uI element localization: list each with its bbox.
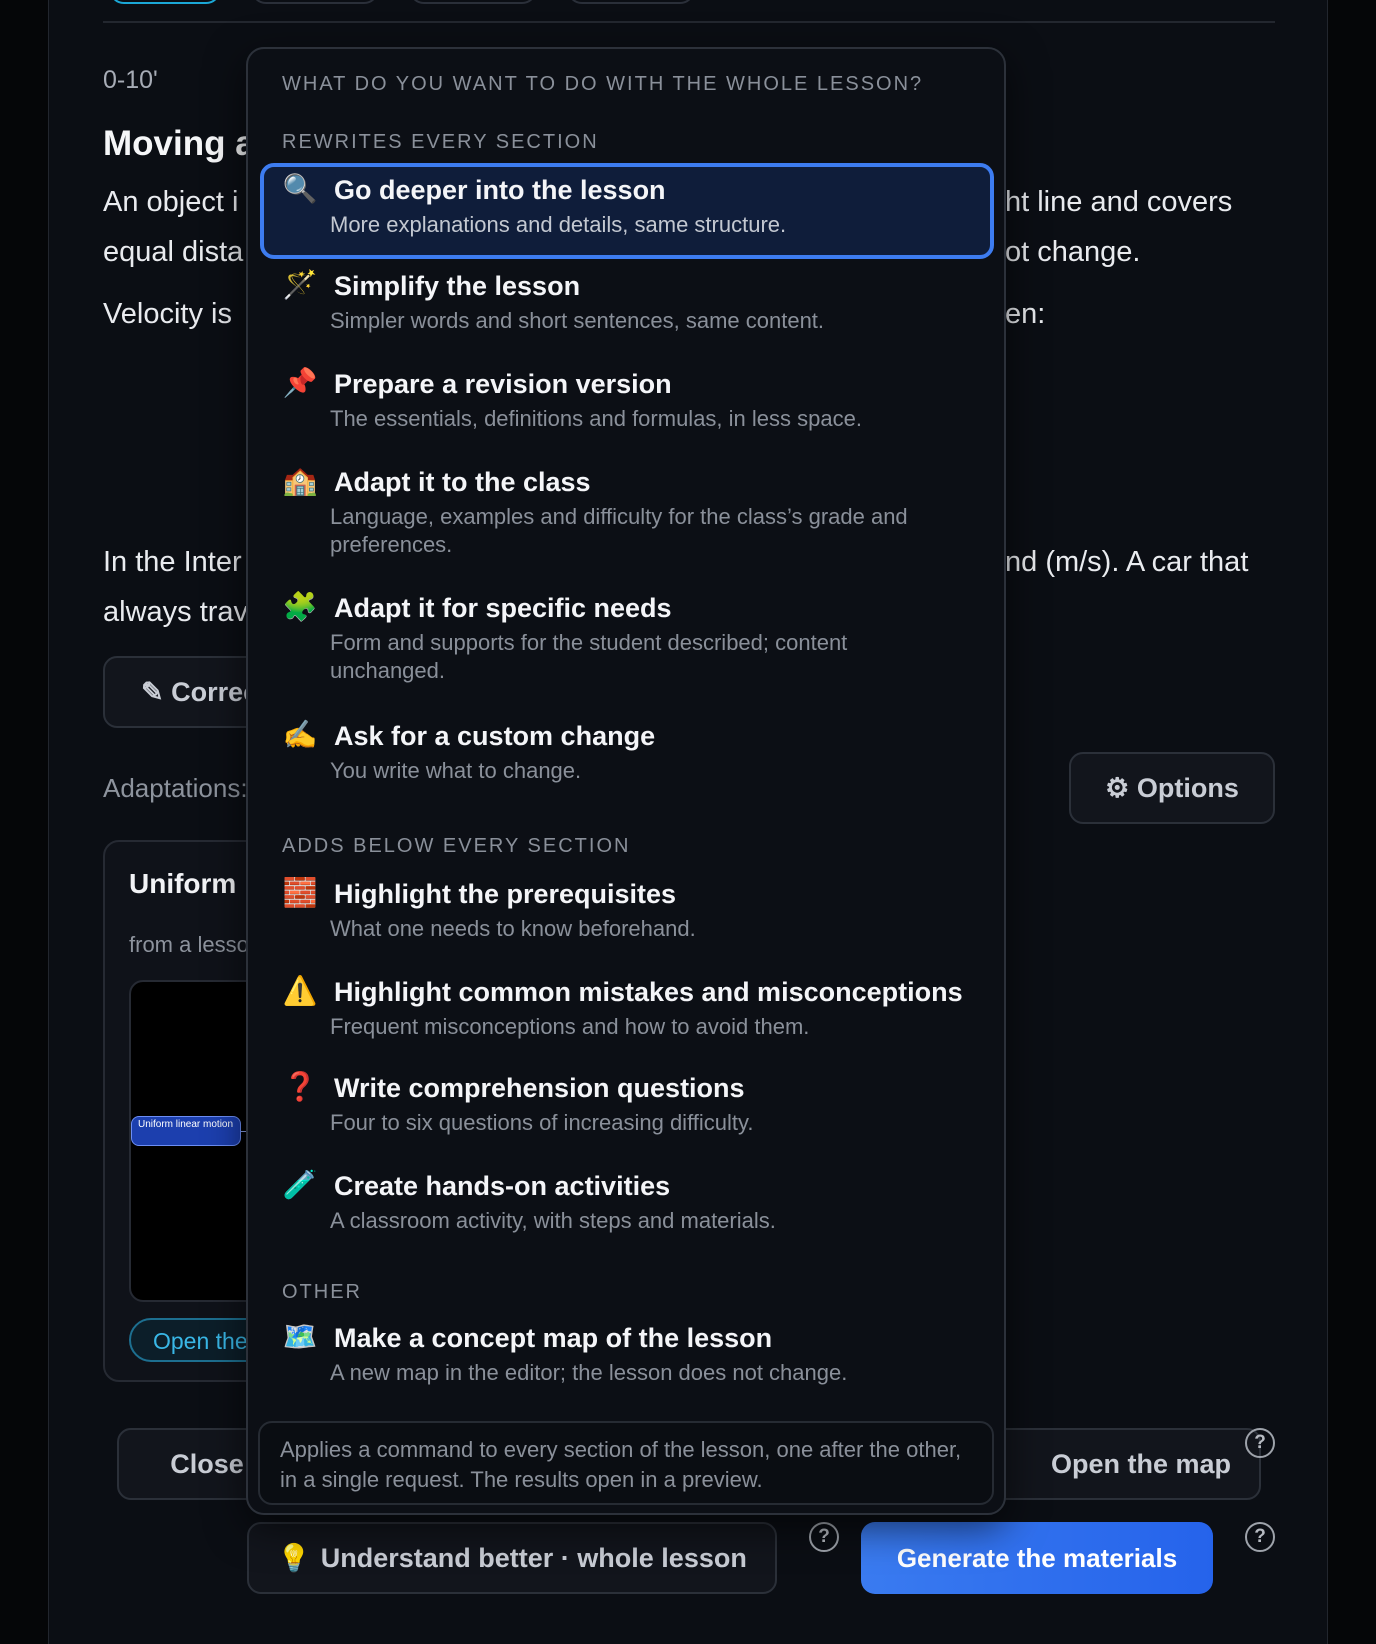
menu-item-simplify[interactable]: 🪄 Simplify the lesson Simpler words and … [260,259,994,355]
menu-item-questions[interactable]: ❓ Write comprehension questions Four to … [260,1061,994,1157]
lesson-text: An object i [103,186,239,218]
group-rewrites: REWRITES EVERY SECTION [282,131,599,153]
lesson-text: In the Inter [103,546,242,578]
writing-hand-icon: ✍️ [282,719,318,750]
menu-item-desc: More explanations and details, same stru… [330,212,787,237]
adaptations-label: Adaptations: [103,773,248,803]
map-icon: 🗺️ [282,1321,318,1352]
magic-wand-icon: 🪄 [282,269,318,300]
lesson-text: en: [1005,298,1046,330]
menu-item-title: Ask for a custom change [334,721,656,751]
puzzle-icon: 🧩 [282,591,318,622]
warning-icon: ⚠️ [282,975,318,1006]
options-button[interactable]: ⚙ Options [1069,752,1275,824]
understand-button[interactable]: 💡 Understand better · whole lesson [247,1522,777,1594]
menu-item-title: Adapt it to the class [334,467,591,497]
group-adds: ADDS BELOW EVERY SECTION [282,835,631,857]
generate-materials-button[interactable]: Generate the materials [861,1522,1213,1594]
tab-active[interactable] [109,0,221,4]
menu-item-activities[interactable]: 🧪 Create hands-on activities A classroom… [260,1159,994,1255]
menu-item-title: Highlight the prerequisites [334,879,677,909]
section-time: 0-10' [103,66,158,94]
school-icon: 🏫 [282,465,318,496]
card-title: Uniform l [129,868,252,899]
menu-item-desc: A classroom activity, with steps and mat… [330,1208,776,1233]
brick-icon: 🧱 [282,877,318,908]
menu-item-adapt-class[interactable]: 🏫 Adapt it to the class Language, exampl… [260,455,994,577]
menu-item-prerequisites[interactable]: 🧱 Highlight the prerequisites What one n… [260,867,994,963]
map-node: Uniform linear motion [131,1116,241,1146]
magnifier-icon: 🔍 [282,173,318,204]
menu-item-desc: The essentials, definitions and formulas… [330,406,862,431]
divider [103,21,1275,23]
menu-item-desc: Language, examples and difficulty for th… [330,504,908,557]
menu-item-title: Prepare a revision version [334,369,672,399]
menu-item-go-deeper[interactable]: 🔍 Go deeper into the lesson More explana… [260,163,994,259]
menu-item-custom-change[interactable]: ✍️ Ask for a custom change You write wha… [260,709,994,805]
menu-heading: WHAT DO YOU WANT TO DO WITH THE WHOLE LE… [282,73,924,95]
understand-label: Understand better · whole lesson [320,1542,747,1573]
menu-item-concept-map[interactable]: 🗺️ Make a concept map of the lesson A ne… [260,1311,994,1407]
menu-item-title: Go deeper into the lesson [334,175,666,205]
menu-item-revision[interactable]: 📌 Prepare a revision version The essenti… [260,357,994,453]
card-subtitle: from a lesso [129,932,249,957]
pushpin-icon: 📌 [282,367,318,398]
menu-footer-note: Applies a command to every section of th… [258,1421,994,1505]
tab[interactable] [409,0,537,4]
menu-item-title: Create hands-on activities [334,1171,671,1201]
question-mark-icon: ❓ [282,1071,318,1102]
menu-item-title: Write comprehension questions [334,1073,745,1103]
lesson-text: always trav [103,596,249,628]
menu-item-desc: A new map in the editor; the lesson does… [330,1360,848,1385]
menu-item-title: Adapt it for specific needs [334,593,672,623]
lesson-text: equal dista [103,236,244,268]
menu-item-title: Make a concept map of the lesson [334,1323,773,1353]
menu-item-specific-needs[interactable]: 🧩 Adapt it for specific needs Form and s… [260,581,994,703]
lesson-text: ht line and covers [1005,186,1233,218]
whole-lesson-menu: WHAT DO YOU WANT TO DO WITH THE WHOLE LE… [246,47,1006,1515]
lesson-text: ot change. [1005,236,1141,268]
tab[interactable] [251,0,379,4]
section-title: Moving a [103,124,255,163]
menu-item-desc: What one needs to know beforehand. [330,916,696,941]
lightbulb-icon: 💡 [277,1543,311,1573]
test-tube-icon: 🧪 [282,1169,318,1200]
group-other: OTHER [282,1281,362,1303]
menu-item-title: Highlight common mistakes and misconcept… [334,977,963,1007]
menu-item-desc: Form and supports for the student descri… [330,630,848,683]
lesson-text: Velocity is [103,298,232,330]
menu-item-desc: Four to six questions of increasing diff… [330,1110,754,1135]
menu-item-desc: Frequent misconceptions and how to avoid… [330,1014,810,1039]
menu-item-mistakes[interactable]: ⚠️ Highlight common mistakes and misconc… [260,965,994,1061]
tab[interactable] [567,0,695,4]
help-icon[interactable]: ? [1245,1428,1275,1458]
menu-item-desc: Simpler words and short sentences, same … [330,308,825,333]
menu-item-title: Simplify the lesson [334,271,581,301]
help-icon[interactable]: ? [1245,1522,1275,1552]
menu-item-desc: You write what to change. [330,758,582,783]
help-icon[interactable]: ? [809,1522,839,1552]
top-tabs [49,0,1327,22]
lesson-text: nd (m/s). A car that [1005,546,1249,578]
